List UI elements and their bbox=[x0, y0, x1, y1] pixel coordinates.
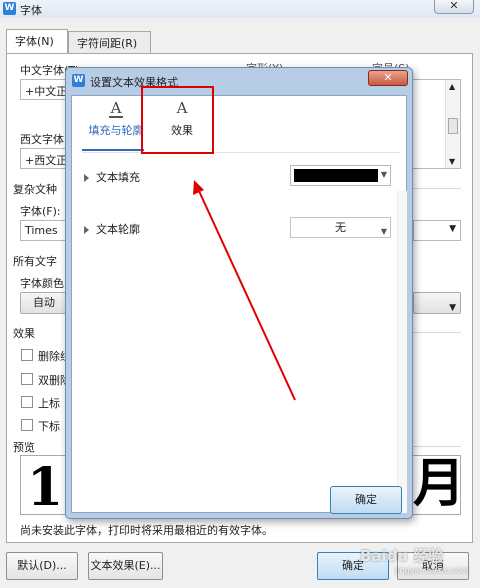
chevron-down-icon: ▼ bbox=[449, 303, 456, 313]
watermark-logo: Baidu 经验 bbox=[360, 547, 444, 565]
text-effect-ok-label: 确定 bbox=[355, 493, 377, 506]
panel-scrollbar[interactable] bbox=[397, 191, 407, 513]
text-effect-dialog-titlebar: W 设置文本效果格式 ✕ bbox=[66, 68, 412, 92]
all-text-section: 所有文字 bbox=[13, 255, 57, 268]
text-outline-value: 无 bbox=[335, 221, 346, 234]
text-fill-color-swatch bbox=[294, 169, 378, 182]
complex-script-section: 复杂文种 bbox=[13, 183, 57, 196]
close-icon: ✕ bbox=[449, 0, 459, 12]
size-list-scrollbar[interactable]: ▲ ▼ bbox=[445, 80, 460, 168]
superscript-checkbox[interactable] bbox=[21, 396, 33, 408]
tab-character-spacing-label: 字符间距(R) bbox=[77, 37, 138, 50]
wps-writer-icon: W bbox=[72, 74, 85, 87]
superscript-label: 上标 bbox=[38, 397, 60, 410]
latin-font-combo[interactable]: +西文正文 bbox=[20, 148, 68, 169]
subscript-checkbox[interactable] bbox=[21, 419, 33, 431]
font-color-combo[interactable]: 自动 bbox=[20, 292, 68, 314]
text-outline-select[interactable]: 无 ▼ bbox=[290, 217, 391, 238]
wps-writer-icon: W bbox=[3, 2, 16, 15]
strikethrough-label: 删除线 bbox=[38, 350, 65, 363]
preview-text-right: 月 bbox=[413, 455, 461, 514]
expand-arrow-icon bbox=[84, 174, 89, 182]
tab-divider bbox=[82, 152, 400, 153]
tab-font[interactable]: 字体(N) bbox=[6, 29, 68, 54]
latin-font-value: +西文正文 bbox=[25, 154, 68, 167]
complex-script-divider bbox=[413, 188, 461, 189]
chevron-down-icon: ▼ bbox=[380, 227, 387, 236]
text-fill-section[interactable]: 文本填充 bbox=[84, 169, 140, 185]
double-strikethrough-checkbox[interactable] bbox=[21, 373, 33, 385]
preview-section: 预览 bbox=[13, 441, 35, 454]
expand-arrow-icon bbox=[84, 226, 89, 234]
complex-font-value: Times bbox=[25, 224, 58, 237]
tab-fill-and-outline-label: 填充与轮廓 bbox=[88, 124, 144, 137]
default-button[interactable]: 默认(D)... bbox=[6, 552, 78, 580]
font-missing-note: 尚未安装此字体，打印时将采用最相近的有效字体。 bbox=[20, 524, 273, 537]
tab-character-spacing[interactable]: 字符间距(R) bbox=[68, 31, 151, 53]
cn-font-value: +中文正文 bbox=[25, 85, 68, 98]
watermark-url: jingyan.baidu.com bbox=[395, 566, 469, 575]
tab-font-label: 字体(N) bbox=[15, 35, 54, 48]
complex-font-label: 字体(F): bbox=[20, 205, 61, 218]
strikethrough-checkbox[interactable] bbox=[21, 349, 33, 361]
chevron-down-icon: ▼ bbox=[380, 170, 387, 179]
effects-section: 效果 bbox=[13, 327, 35, 340]
text-effect-dialog-close-button[interactable]: ✕ bbox=[368, 70, 408, 86]
scroll-up-icon[interactable]: ▲ bbox=[449, 82, 455, 91]
scroll-down-icon[interactable]: ▼ bbox=[449, 157, 455, 166]
effects-divider bbox=[413, 332, 461, 333]
preview-divider bbox=[413, 446, 461, 447]
close-icon: ✕ bbox=[383, 71, 393, 84]
text-outline-label: 文本轮廓 bbox=[96, 223, 140, 236]
default-button-label: 默认(D)... bbox=[17, 559, 67, 572]
cn-font-combo[interactable]: +中文正文 bbox=[20, 79, 68, 100]
text-fill-outline-icon: A bbox=[109, 99, 123, 118]
text-fill-label: 文本填充 bbox=[96, 171, 140, 184]
text-effect-ok-button[interactable]: 确定 bbox=[330, 486, 402, 514]
underline-combo[interactable]: ▼ bbox=[413, 292, 461, 314]
complex-font-combo[interactable]: Times bbox=[20, 220, 68, 241]
chevron-down-icon: ▼ bbox=[449, 224, 456, 234]
text-fill-color-picker[interactable]: ▼ bbox=[290, 165, 391, 186]
effects-tab-highlight-box bbox=[141, 86, 214, 154]
active-tab-indicator bbox=[82, 149, 144, 151]
font-color-value: 自动 bbox=[33, 296, 55, 309]
text-effect-dialog-body: A 填充与轮廓 A 效果 文本填充 ▼ 文本轮廓 无 ▼ bbox=[71, 95, 407, 513]
font-color-label: 字体颜色 bbox=[20, 277, 64, 290]
font-dialog-title: 字体 bbox=[20, 4, 42, 17]
latin-font-label: 西文字体 bbox=[20, 133, 64, 146]
text-outline-section[interactable]: 文本轮廓 bbox=[84, 221, 140, 237]
double-strikethrough-label: 双删除线 bbox=[38, 374, 65, 387]
text-effect-format-dialog: W 设置文本效果格式 ✕ A 填充与轮廓 A 效果 文本填充 ▼ 文本轮廓 无 … bbox=[65, 67, 413, 519]
preview-text-left: 1 bbox=[27, 457, 64, 515]
subscript-label: 下标 bbox=[38, 420, 60, 433]
size-list-scroll-thumb[interactable] bbox=[448, 118, 458, 134]
font-dialog-close-button[interactable]: ✕ bbox=[434, 0, 474, 14]
tab-fill-and-outline[interactable]: A 填充与轮廓 bbox=[85, 100, 147, 138]
text-effect-button-label: 文本效果(E)... bbox=[90, 559, 161, 572]
text-effect-button[interactable]: 文本效果(E)... bbox=[88, 552, 163, 580]
font-dialog-titlebar: W 字体 ✕ bbox=[0, 0, 480, 18]
complex-style-combo[interactable]: ▼ bbox=[413, 220, 461, 241]
